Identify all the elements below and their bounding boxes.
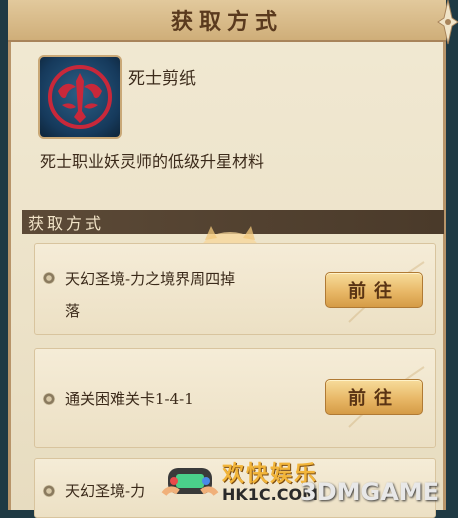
go-button[interactable]: 前往: [325, 272, 423, 308]
bullet-icon: [43, 393, 55, 405]
bullet-icon: [43, 272, 55, 284]
source-text-line1: 天幻圣境-力之境界周四掉: [65, 270, 236, 288]
source-text-line2: 落: [65, 302, 81, 320]
item-description: 死士职业妖灵师的低级升星材料: [40, 152, 265, 171]
go-button[interactable]: 前往: [325, 379, 423, 415]
dialog-title-bar: 获取方式: [8, 0, 446, 42]
source-card: 天幻圣境-力之境界周四掉 落 前往: [34, 243, 436, 335]
source-card: 通关困难关卡1-4-1 前往: [34, 348, 436, 448]
watermark-brand-text: 3DMGAME: [300, 478, 440, 506]
dialog-title: 获取方式: [170, 9, 283, 35]
item-icon: [38, 55, 122, 139]
gamepad-watermark-icon: [161, 468, 219, 496]
red-sword-emblem-icon: [48, 65, 112, 129]
close-star-icon[interactable]: [418, 0, 458, 60]
bullet-icon: [43, 485, 55, 497]
source-text-line1: 通关困难关卡1-4-1: [65, 390, 194, 408]
sources-section-label: 获取方式: [28, 214, 105, 233]
source-text-line1: 天幻圣境-力: [65, 482, 146, 500]
item-name: 死士剪纸: [128, 69, 196, 89]
